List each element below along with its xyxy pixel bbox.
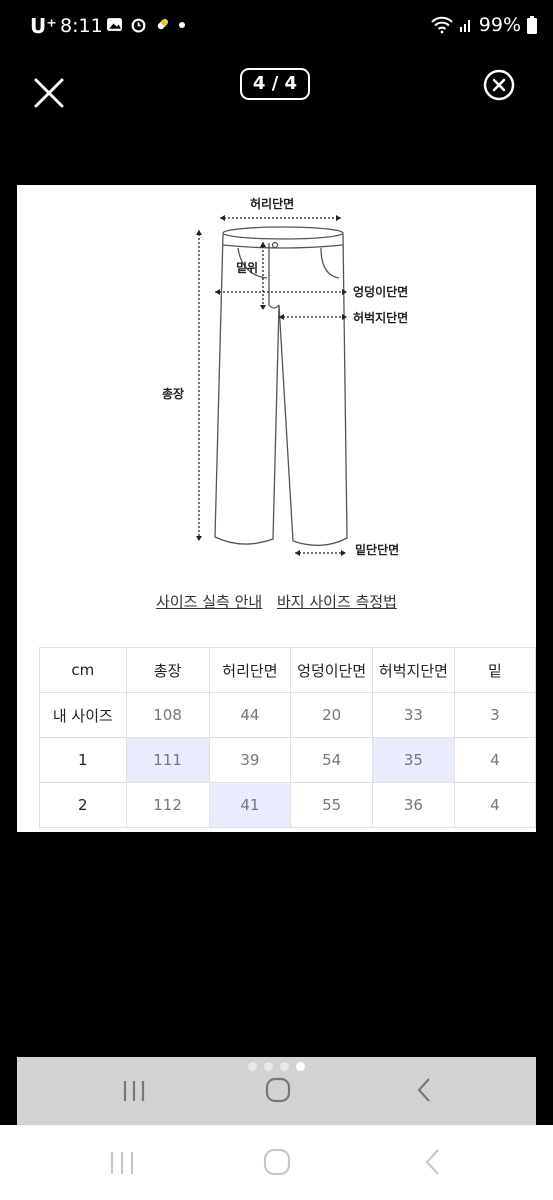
- carrier-label: U⁺: [30, 14, 57, 38]
- table-cell: 44: [208, 692, 292, 738]
- thigh-label: 허벅지단면: [353, 310, 408, 325]
- table-header: 총장: [125, 647, 210, 693]
- table-cell: 39: [208, 737, 292, 783]
- recent-apps-icon[interactable]: [108, 1150, 136, 1176]
- wifi-icon: [431, 16, 453, 34]
- hem-label: 밑단단면: [355, 542, 399, 557]
- table-cell: 4: [453, 782, 536, 828]
- table-row: 1 111 39 54 35 4: [39, 737, 536, 783]
- measure-method-link[interactable]: 바지 사이즈 측정법: [277, 593, 397, 611]
- status-bar: U⁺ 8:11 99%: [0, 0, 553, 54]
- carousel-dot[interactable]: [280, 1062, 289, 1071]
- table-cell: 35: [372, 737, 455, 783]
- viewer-nav-overlay: [17, 1057, 536, 1125]
- back-icon[interactable]: [422, 1147, 442, 1177]
- product-image: 허리단면 밑위 엉덩이단면 허벅지단면 총장 밑단단면 사이즈 실측 안내 바지…: [17, 185, 536, 832]
- home-icon[interactable]: [263, 1148, 291, 1176]
- table-cell: 20: [290, 692, 374, 738]
- carousel-dot[interactable]: [264, 1062, 273, 1071]
- length-label: 총장: [162, 386, 184, 401]
- table-cell: 36: [372, 782, 455, 828]
- alarm-icon: [131, 18, 146, 33]
- table-cell: 41: [208, 782, 292, 828]
- system-nav-bar: [0, 1125, 553, 1200]
- table-cell: 108: [125, 692, 210, 738]
- table-cell: 4: [453, 737, 536, 783]
- rise-label: 밑위: [236, 260, 258, 275]
- recent-apps-icon[interactable]: [121, 1079, 147, 1103]
- status-time: 8:11: [60, 15, 103, 37]
- pants-outline: [214, 226, 348, 546]
- row-label: 2: [39, 782, 127, 828]
- table-header: 밑: [453, 647, 536, 693]
- waist-label: 허리단면: [250, 196, 294, 211]
- row-label: 내 사이즈: [39, 692, 127, 738]
- notification-icons: [106, 16, 186, 33]
- gallery-icon: [107, 18, 122, 31]
- pill-icon: [157, 19, 168, 30]
- page-indicator: 4 / 4: [240, 68, 310, 100]
- carousel-dots: [17, 1062, 536, 1071]
- table-cell: 54: [290, 737, 374, 783]
- table-cell: 3: [453, 692, 536, 738]
- table-header: 허리단면: [208, 647, 292, 693]
- table-cell: 111: [125, 737, 210, 783]
- table-header: 허벅지단면: [372, 647, 455, 693]
- carousel-dot-active[interactable]: [296, 1062, 305, 1071]
- signal-icon: [459, 20, 470, 32]
- table-row: 내 사이즈 108 44 20 33 3: [39, 692, 536, 738]
- battery-percent: 99%: [478, 14, 521, 36]
- table-header: 엉덩이단면: [290, 647, 374, 693]
- back-icon[interactable]: [415, 1077, 433, 1103]
- home-icon[interactable]: [265, 1077, 291, 1103]
- row-label: 1: [39, 737, 127, 783]
- table-header-row: cm 총장 허리단면 엉덩이단면 허벅지단면 밑: [39, 647, 536, 693]
- hip-label: 엉덩이단면: [353, 284, 408, 299]
- table-header: cm: [39, 647, 127, 693]
- status-right: 99%: [431, 14, 537, 36]
- close-circle-icon[interactable]: [482, 68, 516, 102]
- table-cell: 55: [290, 782, 374, 828]
- size-guide-links: 사이즈 실측 안내 바지 사이즈 측정법: [17, 591, 536, 612]
- table-cell: 33: [372, 692, 455, 738]
- close-icon[interactable]: [32, 76, 66, 110]
- carousel-dot[interactable]: [248, 1062, 257, 1071]
- table-row: 2 112 41 55 36 4: [39, 782, 536, 828]
- size-guide-link[interactable]: 사이즈 실측 안내: [156, 593, 262, 611]
- viewer-top-bar: 4 / 4: [0, 54, 553, 124]
- battery-icon: [527, 16, 537, 34]
- pants-size-diagram: 허리단면 밑위 엉덩이단면 허벅지단면 총장 밑단단면: [162, 196, 408, 557]
- table-cell: 112: [125, 782, 210, 828]
- size-table: cm 총장 허리단면 엉덩이단면 허벅지단면 밑 내 사이즈 108 44 20…: [39, 647, 536, 828]
- more-notifications-dot-icon: [179, 21, 185, 28]
